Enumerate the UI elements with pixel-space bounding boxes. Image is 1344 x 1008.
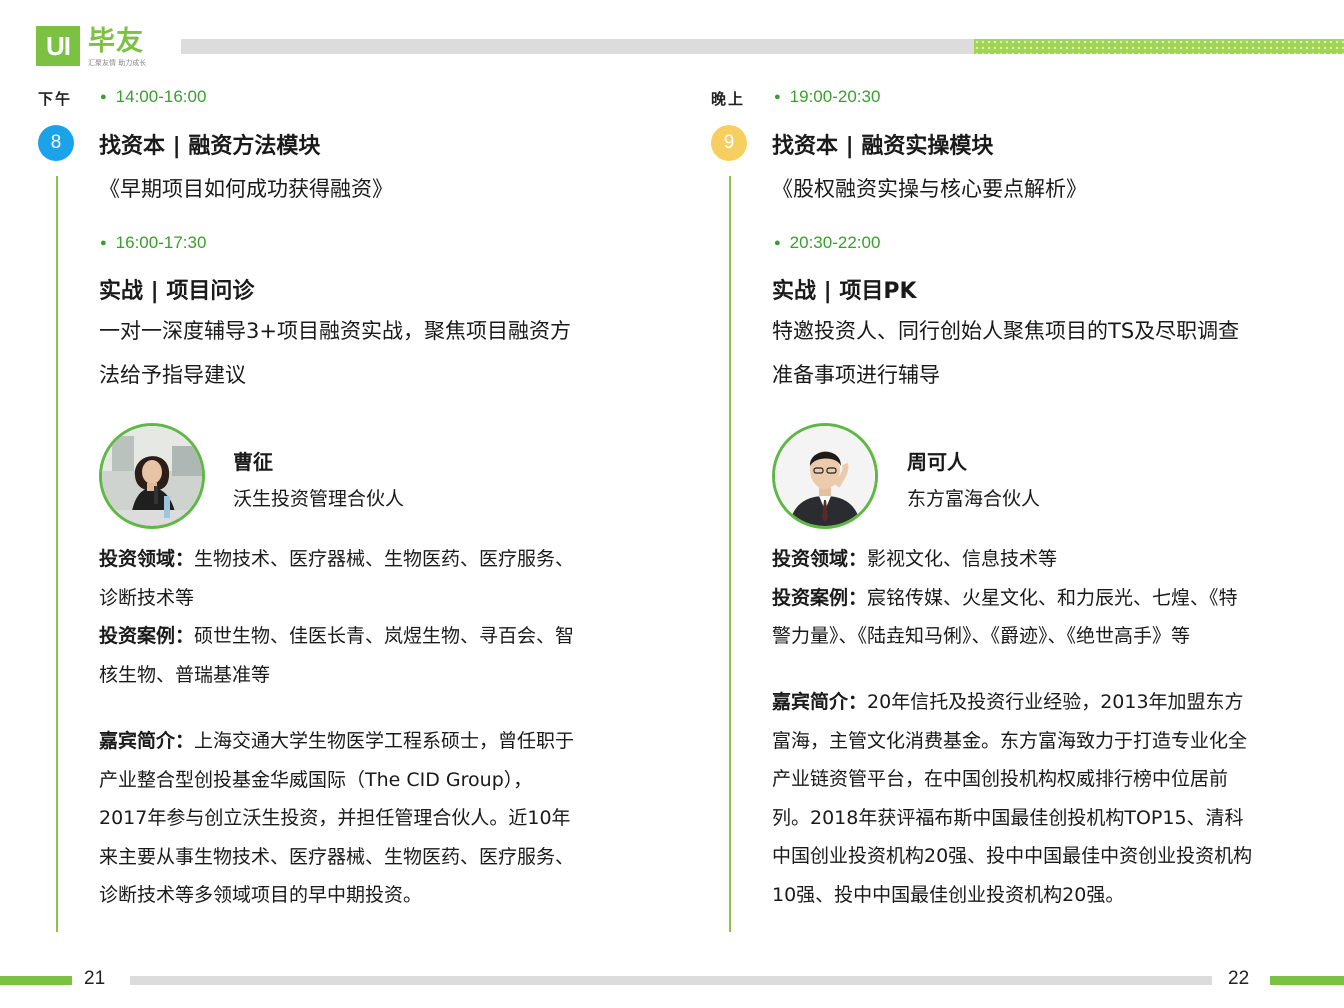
bio-line: 诊断技术等多领域项目的早中期投资。 (99, 884, 423, 906)
module-title: 实战 | 项目问诊 (99, 279, 255, 304)
session-description: 特邀投资人、同行创始人聚焦项目的TS及尽职调查 准备事项进行辅导 (772, 309, 1332, 397)
bio-line: 来主要从事生物技术、医疗器械、生物医药、医疗服务、 (99, 845, 575, 868)
module-title: 找资本 | 融资方法模块 (99, 134, 321, 159)
bio-text: 上海交通大学生物医学工程系硕士，曾任职于 (194, 730, 575, 752)
description-line: 特邀投资人、同行创始人聚焦项目的TS及尽职调查 (772, 319, 1240, 343)
speaker-name: 曹征 (233, 450, 273, 474)
header-dotted-bar (974, 39, 1344, 54)
cases-text: 核生物、普瑞基准等 (99, 663, 271, 686)
speaker-bio: 嘉宾简介：上海交通大学生物医学工程系硕士，曾任职于 产业整合型创投基金华威国际（… (99, 722, 659, 915)
bio-line: 中国创业投资机构20强、投中中国最佳中资创业投资机构 (772, 845, 1253, 867)
period-label-evening: 晚上 (711, 90, 746, 108)
session-number-badge: 9 (711, 125, 747, 161)
page-number-left: 21 (84, 968, 106, 989)
field-label: 投资领域： (99, 548, 195, 570)
fields-line: 投资领域：生物技术、医疗器械、生物医药、医疗服务、 (99, 540, 659, 579)
bio-line: 富海，主管文化消费基金。东方富海致力于打造专业化全 (772, 729, 1248, 752)
bio-line: 产业链资管平台，在中国创投机构权威排行榜中位居前 (772, 768, 1229, 790)
case-label: 投资案例： (772, 586, 868, 609)
investment-fields: 投资领域：生物技术、医疗器械、生物医药、医疗服务、 诊断技术等 投资案例：硕世生… (99, 540, 659, 694)
cases-line: 投资案例：硕世生物、佳医长青、岚煜生物、寻百会、智 (99, 617, 659, 656)
investment-fields: 投资领域：影视文化、信息技术等 投资案例：宸铭传媒、火星文化、和力辰光、七煌、《… (772, 540, 1332, 656)
fields-text: 影视文化、信息技术等 (867, 548, 1058, 570)
session-number-badge: 8 (38, 125, 74, 161)
speaker-name: 周可人 (907, 450, 967, 474)
field-label: 投资领域： (772, 548, 868, 570)
speaker-bio: 嘉宾简介：20年信托及投资行业经验，2013年加盟东方 富海，主管文化消费基金。… (772, 683, 1332, 914)
session-description: 一对一深度辅导3+项目融资实战，聚焦项目融资方 法给予指导建议 (99, 309, 659, 397)
logo-name: 毕友 (88, 26, 144, 57)
fields-line: 投资领域：影视文化、信息技术等 (772, 540, 1332, 579)
bio-line: 产业整合型创投基金华威国际（The CID Group）， (99, 768, 533, 791)
fields-text: 生物技术、医疗器械、生物医药、医疗服务、 (194, 548, 575, 570)
description-line: 一对一深度辅导3+项目融资实战，聚焦项目融资方 (99, 319, 571, 343)
male-speaker-photo-icon (775, 426, 875, 526)
footer-gray-bar (130, 976, 1212, 985)
session-time: 20:30-22:00 (774, 233, 881, 253)
session-time: 16:00-17:30 (100, 233, 207, 253)
logo-mark: UI (36, 26, 80, 66)
bio-line: 嘉宾简介：上海交通大学生物医学工程系硕士，曾任职于 (99, 722, 659, 761)
session-time: 14:00-16:00 (100, 87, 207, 107)
session-topic: 《股权融资实操与核心要点解析》 (772, 177, 1087, 201)
footer-accent-left (0, 976, 72, 985)
female-speaker-photo-icon (102, 426, 202, 526)
speaker-avatar (99, 423, 205, 529)
description-line: 准备事项进行辅导 (772, 363, 940, 387)
bio-label: 嘉宾简介： (99, 730, 195, 752)
logo-tagline: 汇聚友情 助力成长 (88, 59, 147, 67)
fields-text: 诊断技术等 (99, 586, 195, 609)
speaker-title: 东方富海合伙人 (907, 488, 1041, 510)
period-label-afternoon: 下午 (38, 90, 73, 108)
module-title: 实战 | 项目PK (772, 279, 917, 304)
brand-logo: UI 毕友 汇聚友情 助力成长 (36, 26, 176, 70)
session-topic: 《早期项目如何成功获得融资》 (99, 177, 393, 201)
module-title: 找资本 | 融资实操模块 (772, 134, 994, 159)
cases-text: 警力量》、《陆垚知马俐》、《爵迹》、《绝世高手》等 (772, 625, 1191, 647)
bio-label: 嘉宾简介： (772, 691, 868, 713)
bio-line: 列。2018年获评福布斯中国最佳创投机构TOP15、清科 (772, 806, 1244, 829)
timeline-line (729, 176, 731, 932)
description-line: 法给予指导建议 (99, 363, 246, 387)
header-gray-bar (181, 39, 974, 54)
footer-accent-right (1270, 976, 1344, 985)
timeline-line (56, 176, 58, 932)
cases-line: 投资案例：宸铭传媒、火星文化、和力辰光、七煌、《特 (772, 579, 1332, 618)
session-time: 19:00-20:30 (774, 87, 881, 107)
speaker-avatar (772, 423, 878, 529)
case-label: 投资案例： (99, 625, 195, 647)
bio-line: 2017年参与创立沃生投资，并担任管理合伙人。近10年 (99, 807, 571, 829)
bio-text: 20年信托及投资行业经验，2013年加盟东方 (867, 691, 1244, 713)
bio-line: 10强、投中中国最佳创业投资机构20强。 (772, 883, 1125, 906)
cases-text: 硕世生物、佳医长青、岚煜生物、寻百会、智 (194, 625, 575, 647)
cases-text: 宸铭传媒、火星文化、和力辰光、七煌、《特 (867, 586, 1238, 609)
bio-line: 嘉宾简介：20年信托及投资行业经验，2013年加盟东方 (772, 683, 1332, 722)
speaker-title: 沃生投资管理合伙人 (233, 488, 405, 510)
page-number-right: 22 (1228, 968, 1250, 989)
